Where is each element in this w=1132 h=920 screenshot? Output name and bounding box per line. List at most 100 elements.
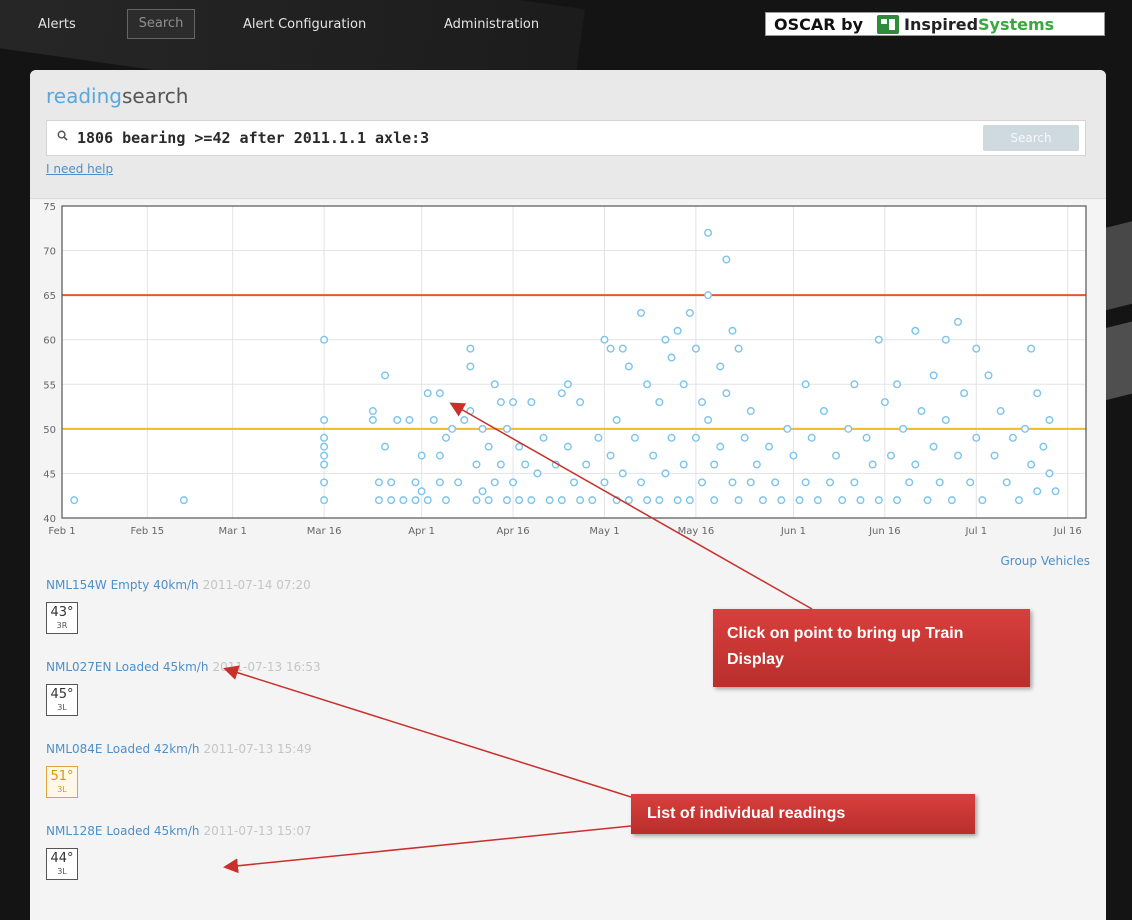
reading-link[interactable]: NML128E Loaded 45km/h [46, 824, 199, 838]
x-tick-label: Jun 1 [780, 526, 806, 537]
data-point [935, 478, 944, 487]
nav-alert-configuration[interactable]: Alert Configuration [243, 12, 366, 38]
temperature-badge-warning[interactable]: 51° 3L [46, 766, 78, 798]
data-point [722, 389, 731, 398]
data-point [539, 433, 548, 442]
nav-search[interactable]: Search [127, 9, 195, 39]
badge-position: 3R [56, 621, 68, 630]
data-point [643, 380, 652, 389]
reading-title: NML128E Loaded 45km/h 2011-07-13 15:07 [46, 824, 312, 838]
data-point [941, 415, 950, 424]
data-point [320, 478, 329, 487]
reading-link[interactable]: NML154W Empty 40km/h [46, 578, 199, 592]
data-point [777, 496, 786, 505]
data-point [320, 496, 329, 505]
data-point [442, 433, 451, 442]
data-point [716, 442, 725, 451]
x-tick-label: Mar 1 [218, 526, 246, 537]
data-point [868, 460, 877, 469]
data-point [368, 415, 377, 424]
data-point [496, 460, 505, 469]
reading-item[interactable]: NML128E Loaded 45km/h 2011-07-13 15:07 44… [46, 824, 312, 880]
data-point [527, 496, 536, 505]
reading-item[interactable]: NML084E Loaded 42km/h 2011-07-13 15:49 51… [46, 742, 312, 798]
nav-alerts[interactable]: Alerts [38, 12, 76, 38]
data-point [923, 496, 932, 505]
data-point [947, 496, 956, 505]
data-point [649, 451, 658, 460]
data-point [637, 478, 646, 487]
data-point [600, 478, 609, 487]
top-nav: Alerts Search Alert Configuration Admini… [0, 0, 1132, 50]
data-point [521, 460, 530, 469]
help-link[interactable]: I need help [46, 162, 113, 176]
temperature-badge[interactable]: 45° 3L [46, 684, 78, 716]
data-point [399, 496, 408, 505]
data-point [630, 433, 639, 442]
reading-link[interactable]: NML027EN Loaded 45km/h [46, 660, 208, 674]
data-point [411, 496, 420, 505]
data-point [368, 407, 377, 416]
data-point [728, 478, 737, 487]
data-point [70, 496, 79, 505]
data-point [771, 478, 780, 487]
data-point [442, 496, 451, 505]
data-point [502, 496, 511, 505]
reading-link[interactable]: NML084E Loaded 42km/h [46, 742, 199, 756]
data-point [1002, 478, 1011, 487]
data-point [698, 398, 707, 407]
data-point [411, 478, 420, 487]
data-point [472, 496, 481, 505]
data-point [996, 407, 1005, 416]
temperature-badge[interactable]: 43° 3R [46, 602, 78, 634]
data-point [783, 424, 792, 433]
search-header: readingsearch Search I need help [30, 70, 1106, 199]
data-point [691, 344, 700, 353]
search-button[interactable]: Search [983, 125, 1079, 151]
reading-item[interactable]: NML027EN Loaded 45km/h 2011-07-13 16:53 4… [46, 660, 321, 716]
data-point [551, 460, 560, 469]
data-point [600, 335, 609, 344]
data-point [320, 442, 329, 451]
y-tick-label: 65 [43, 291, 56, 302]
callout-train-display: Click on point to bring up Train Display [713, 609, 1030, 687]
data-point [454, 478, 463, 487]
data-point [960, 389, 969, 398]
badge-position: 3L [57, 867, 67, 876]
data-point [1033, 487, 1042, 496]
data-point [838, 496, 847, 505]
data-point [972, 433, 981, 442]
data-point [533, 469, 542, 478]
readings-scatter-chart: Feb 1 Feb 15 Mar 1 Mar 16 Apr 1 Apr 16 May 1 Ma… [43, 202, 1087, 537]
callout-readings-list: List of individual readings [631, 794, 975, 834]
data-point [661, 335, 670, 344]
group-vehicles-link[interactable]: Group Vehicles [1000, 554, 1090, 568]
data-point [1045, 415, 1054, 424]
data-point [667, 433, 676, 442]
data-point [911, 460, 920, 469]
data-point [874, 335, 883, 344]
data-point [509, 478, 518, 487]
temperature-badge[interactable]: 44° 3L [46, 848, 78, 880]
data-point [618, 344, 627, 353]
data-point [1039, 442, 1048, 451]
data-point [1027, 460, 1036, 469]
nav-administration[interactable]: Administration [444, 12, 539, 38]
x-tick-label: Jul 1 [964, 526, 987, 537]
data-point [606, 344, 615, 353]
data-point [460, 415, 469, 424]
data-point [576, 398, 585, 407]
data-point [990, 451, 999, 460]
search-input[interactable] [77, 121, 977, 155]
data-point [417, 451, 426, 460]
callout-line: Click on point to bring up Train [727, 625, 964, 642]
data-point [710, 496, 719, 505]
data-point [1021, 424, 1030, 433]
reading-item[interactable]: NML154W Empty 40km/h 2011-07-14 07:20 43°… [46, 578, 311, 634]
data-point [685, 308, 694, 317]
data-point [1008, 433, 1017, 442]
data-point [484, 442, 493, 451]
badge-temperature: 44° [50, 851, 74, 866]
data-point [435, 478, 444, 487]
data-point [966, 478, 975, 487]
